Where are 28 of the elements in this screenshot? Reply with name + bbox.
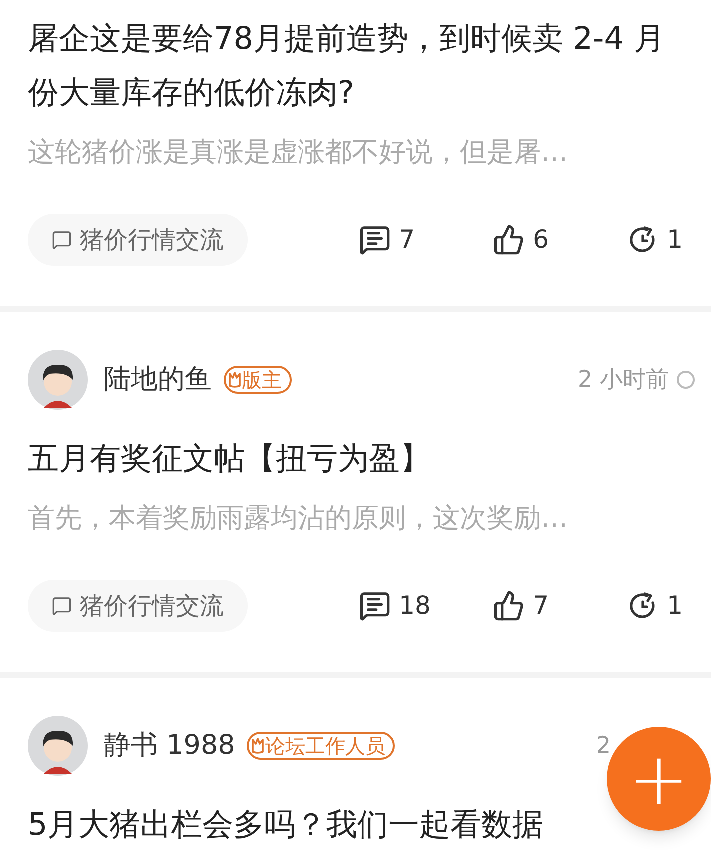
share-button[interactable]: 1 [627,587,683,625]
avatar[interactable] [28,716,88,776]
role-label: 论坛工作人员 [265,736,386,756]
avatar[interactable] [28,350,88,410]
author-name[interactable]: 陆地的鱼 [104,360,212,400]
author-name[interactable]: 静书 1988 [104,726,236,766]
post-title[interactable]: 5月大猪出栏会多吗？我们一起看数据 [28,798,544,852]
comment-button[interactable]: 7 [359,221,470,259]
comment-button[interactable]: 18 [359,587,470,625]
comment-icon [359,590,392,622]
like-button[interactable]: 7 [493,587,604,625]
crown-icon [228,371,242,389]
share-button[interactable]: 1 [627,221,683,259]
post-title[interactable]: 五月有奖征文帖【扭亏为盈】 [28,432,431,486]
chat-icon [52,230,72,250]
post-title[interactable]: 屠企这是要给78月提前造势，到时候卖 2-4 月份大量库存的低价冻肉? [28,0,683,120]
topic-tag[interactable]: 猪价行情交流 [28,214,248,266]
comment-icon [359,224,392,256]
post-excerpt: 这轮猪价涨是真涨是虚涨都不好说，但是屠… [28,136,569,170]
crown-icon [251,737,266,755]
like-button[interactable]: 6 [493,221,604,259]
post-excerpt: 首先，本着奖励雨露均沾的原则，这次奖励… [28,502,569,536]
chat-icon [52,596,72,616]
thumbs-up-icon [493,224,526,256]
thumbs-up-icon [493,590,526,622]
role-label: 版主 [242,370,282,390]
topic-tag[interactable]: 猪价行情交流 [28,580,248,632]
post-time: 2 小时前 [578,366,669,395]
